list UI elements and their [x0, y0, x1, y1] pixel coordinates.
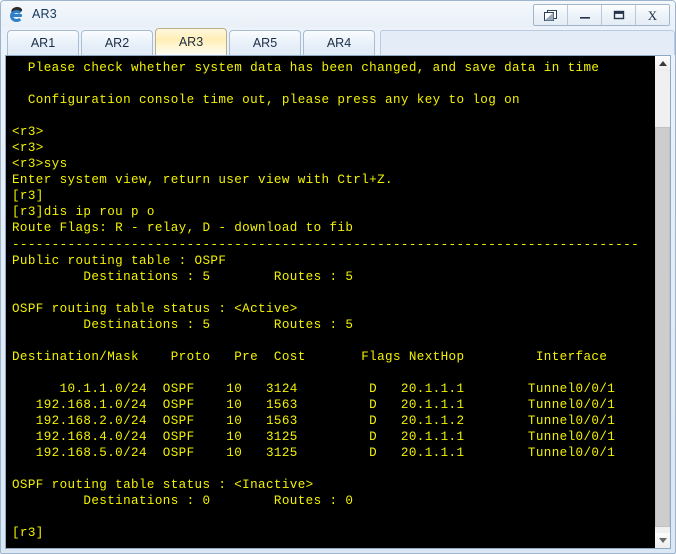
minimize-icon [579, 17, 590, 19]
terminal-panel: Please check whether system data has bee… [5, 55, 671, 549]
tab-label: AR4 [326, 36, 352, 50]
maximize-button[interactable] [602, 5, 636, 25]
scroll-down-arrow-icon [658, 538, 667, 543]
tab-ar5[interactable]: AR5 [229, 30, 301, 55]
minimize-button[interactable] [568, 5, 602, 25]
maximize-icon [613, 10, 624, 20]
tab-strip-filler [380, 30, 675, 55]
tab-label: AR5 [252, 36, 278, 50]
tab-ar4[interactable]: AR4 [303, 30, 375, 55]
tab-ar1[interactable]: AR1 [7, 30, 79, 55]
device-tab-strip: AR1 AR2 AR3 AR5 AR4 [1, 27, 675, 55]
terminal-output[interactable]: Please check whether system data has bee… [8, 56, 654, 548]
ensp-router-cli-window: AR3 X AR1 AR2 AR3 AR5 AR4 Please check w… [0, 0, 676, 554]
tab-label: AR3 [178, 35, 204, 49]
ensp-router-icon [9, 5, 26, 23]
restore-icon [544, 9, 557, 21]
close-button[interactable]: X [636, 5, 669, 25]
tab-label: AR1 [30, 36, 56, 50]
tab-ar3[interactable]: AR3 [155, 28, 227, 55]
tab-ar2[interactable]: AR2 [81, 30, 153, 55]
terminal-vertical-scrollbar[interactable] [654, 56, 670, 548]
tab-label: AR2 [104, 36, 130, 50]
scrollbar-thumb[interactable] [655, 127, 670, 527]
restore-down-button[interactable] [534, 5, 568, 25]
scroll-down-button[interactable] [655, 533, 670, 548]
terminal-viewport[interactable]: Please check whether system data has bee… [6, 56, 654, 548]
window-title: AR3 [32, 7, 57, 21]
close-icon: X [647, 7, 658, 23]
scroll-up-arrow-icon [658, 61, 667, 66]
scrollbar-track[interactable] [655, 71, 670, 533]
window-controls: X [533, 4, 670, 26]
scroll-up-button[interactable] [655, 56, 670, 71]
title-bar: AR3 X [1, 1, 675, 27]
